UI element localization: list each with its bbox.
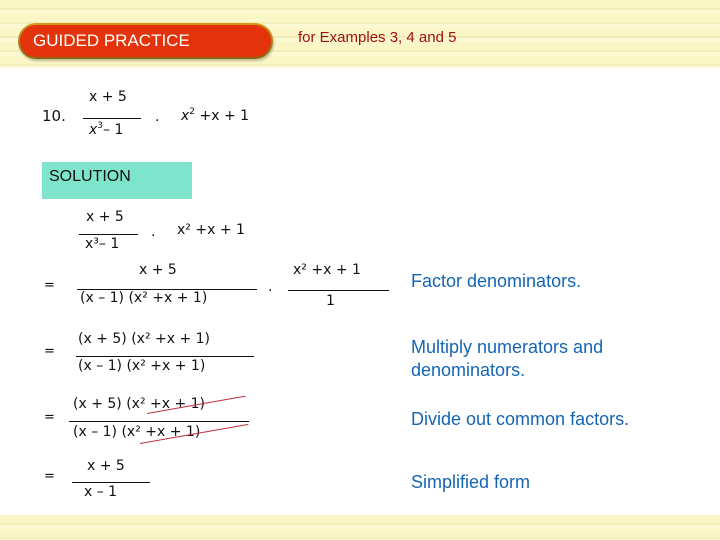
step0-right-term: x² +x + 1: [177, 222, 245, 238]
step0-numerator: x + 5: [86, 209, 124, 225]
step4-denominator: x – 1: [84, 484, 118, 500]
problem-denominator: x3– 1: [89, 121, 123, 138]
step2-denominator: (x – 1) (x² +x + 1): [78, 358, 206, 374]
step2-fraction-bar: [76, 356, 254, 357]
step4-equals: =: [44, 469, 55, 484]
step4-fraction-bar: [72, 482, 150, 483]
step1-multiply-dot: ·: [268, 283, 273, 299]
step1-right-numerator: x² +x + 1: [293, 262, 361, 278]
step1-equals: =: [44, 278, 55, 293]
step4-note: Simplified form: [411, 472, 531, 492]
step3-denominator: (x – 1) (x² +x + 1): [73, 424, 201, 440]
step4-numerator: x + 5: [87, 458, 125, 474]
problem-multiply-dot: ·: [155, 113, 160, 129]
step1-right-fraction-bar: [288, 290, 389, 291]
step0-fraction-bar: [79, 234, 138, 235]
step2-equals: =: [44, 344, 55, 359]
step3-equals: =: [44, 410, 55, 425]
problem-number: 10.: [42, 107, 66, 125]
problem-fraction-bar: [83, 118, 141, 119]
footer-band: [0, 515, 720, 540]
step1-right-denominator: 1: [326, 293, 335, 309]
denominator-rest: – 1: [103, 122, 124, 138]
step2-note: Multiply numerators and denominators.: [411, 337, 604, 380]
step3-numerator: (x + 5) (x² +x + 1): [73, 396, 206, 412]
step3-fraction-bar: [69, 421, 249, 422]
examples-reference: for Examples 3, 4 and 5: [298, 29, 457, 46]
solution-label: SOLUTION: [42, 162, 192, 199]
step0-denominator: x³– 1: [85, 236, 120, 252]
step0-multiply-dot: ·: [151, 228, 156, 244]
guided-practice-badge: GUIDED PRACTICE: [18, 23, 273, 59]
guided-practice-label: GUIDED PRACTICE: [20, 25, 271, 57]
right-term-rest: +x + 1: [195, 108, 250, 124]
problem-right-term: x2 +x + 1: [181, 107, 249, 124]
step1-denominator: (x – 1) (x² +x + 1): [80, 290, 208, 306]
problem-numerator: x + 5: [89, 89, 127, 105]
step3-note: Divide out common factors.: [411, 409, 630, 429]
step1-note: Factor denominators.: [411, 271, 582, 291]
step1-numerator: x + 5: [139, 262, 177, 278]
step2-numerator: (x + 5) (x² +x + 1): [78, 331, 211, 347]
